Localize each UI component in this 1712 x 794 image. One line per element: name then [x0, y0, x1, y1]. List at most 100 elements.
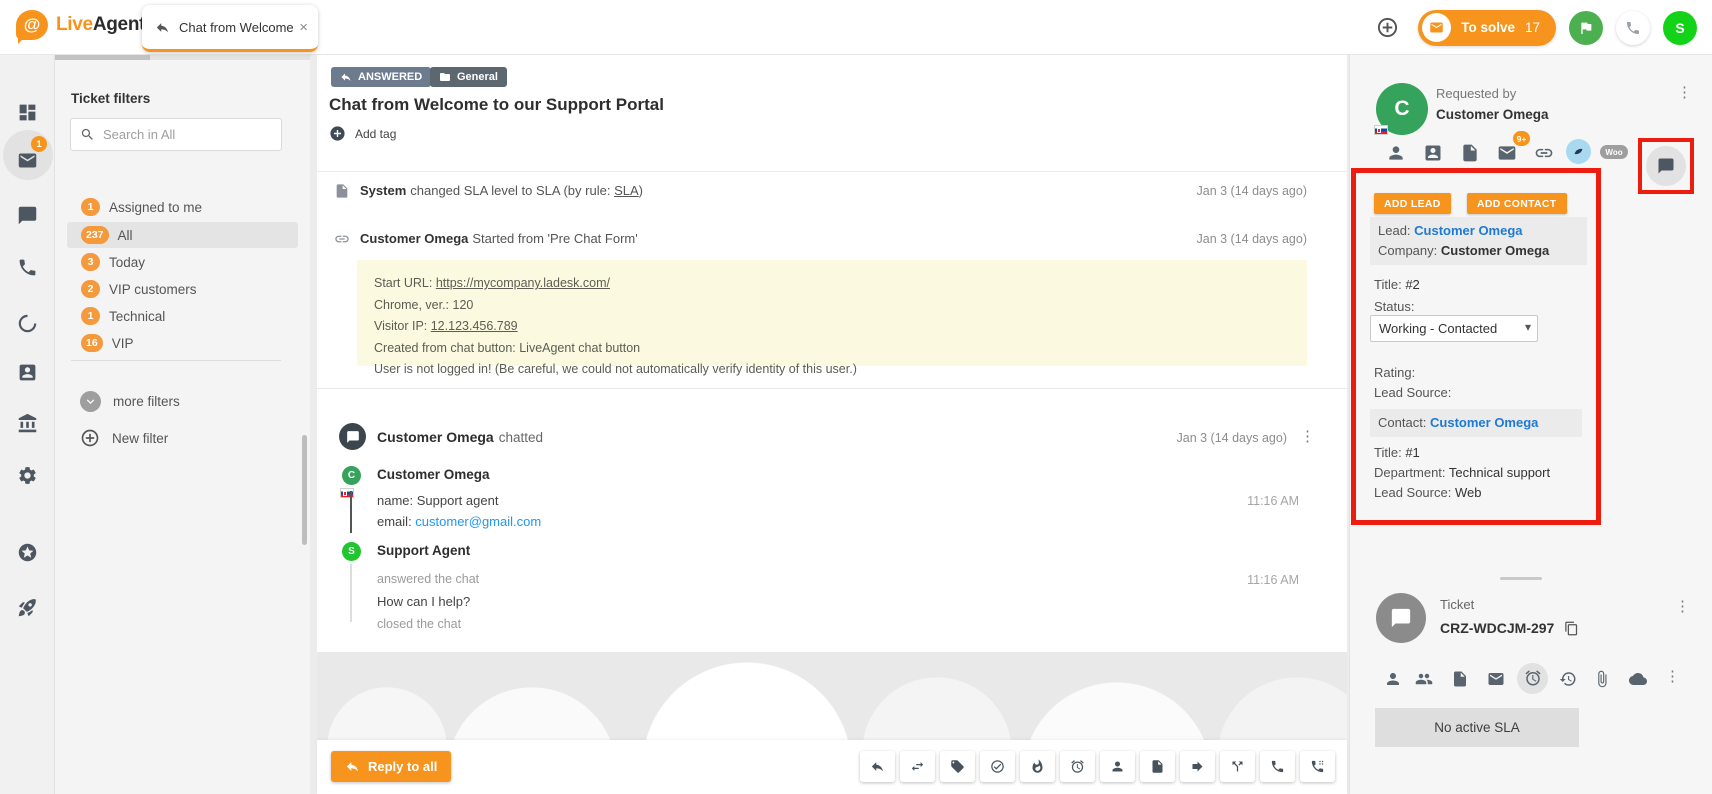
folder-icon	[439, 71, 451, 83]
ticket-menu-button[interactable]: ⋮	[1675, 599, 1690, 614]
contacts-icon[interactable]	[17, 362, 38, 383]
transfer-button[interactable]	[900, 751, 935, 782]
chat-system-line: answered the chat	[377, 572, 479, 586]
chevron-down-icon	[80, 391, 101, 412]
tab-chat-from-welcome[interactable]: Chat from Welcome... ×	[142, 5, 318, 52]
add-tag-label: Add tag	[355, 127, 396, 141]
search-input[interactable]	[103, 127, 272, 142]
horizontal-scrollbar[interactable]	[55, 55, 310, 60]
ticket-notes-tab-icon[interactable]	[1451, 670, 1469, 688]
snooze-button[interactable]	[1060, 751, 1095, 782]
event-chat-started: Customer OmegaStarted from 'Pre Chat For…	[360, 231, 638, 246]
getting-started-icon[interactable]	[17, 597, 38, 618]
contact-link[interactable]: Customer Omega	[1430, 415, 1538, 430]
message-time: 11:16 AM	[1247, 494, 1299, 508]
close-icon[interactable]: ×	[299, 19, 308, 36]
department-value: Technical support	[1449, 465, 1550, 480]
add-lead-button[interactable]: ADD LEAD	[1374, 193, 1451, 214]
event-text: Started from 'Pre Chat Form'	[472, 231, 637, 246]
ticket-cloud-tab-icon[interactable]	[1629, 670, 1647, 688]
split-ticket-button[interactable]	[1220, 751, 1255, 782]
divider	[317, 171, 1347, 172]
assign-agent-button[interactable]	[1100, 751, 1135, 782]
ticket-requester-tab-icon[interactable]	[1384, 670, 1402, 688]
ticket-sla-tab-icon[interactable]	[1524, 669, 1542, 687]
ticket-participants-tab-icon[interactable]	[1415, 670, 1433, 688]
link-icon	[334, 231, 350, 247]
source-label: Lead Source:	[1374, 485, 1455, 500]
companies-icon[interactable]	[17, 413, 38, 434]
ticket-tabs-more-button[interactable]: ⋮	[1665, 669, 1680, 684]
agent-avatar[interactable]: S	[1663, 11, 1697, 45]
visitor-ip-link[interactable]: 12.123.456.789	[431, 319, 518, 333]
ticket-history-tab-icon[interactable]	[1559, 670, 1577, 688]
woocommerce-icon[interactable]: Woo	[1600, 145, 1628, 159]
add-note-button[interactable]	[1140, 751, 1175, 782]
add-contact-button[interactable]: ADD CONTACT	[1467, 193, 1567, 214]
copy-icon[interactable]	[1564, 621, 1579, 636]
call-button[interactable]	[1260, 751, 1295, 782]
email-link[interactable]: customer@gmail.com	[415, 514, 541, 529]
department-line: Department: Technical support	[1374, 465, 1550, 480]
reply-to-all-button[interactable]: Reply to all	[331, 751, 451, 782]
sla-rule-link[interactable]: SLA	[614, 183, 639, 198]
add-tag-button[interactable]: Add tag	[329, 125, 396, 142]
chat-action: chatted	[499, 430, 543, 445]
divider	[71, 360, 281, 361]
filter-technical[interactable]: 1 Technical	[67, 303, 298, 329]
ticket-type-icon	[1376, 593, 1426, 643]
tickets-icon[interactable]	[17, 150, 38, 171]
details-panel: C Requested by Customer Omega ⋮ 9+ Woo A…	[1349, 55, 1712, 794]
vertical-scrollbar[interactable]	[302, 435, 307, 545]
filter-count-badge: 1	[81, 198, 100, 216]
company-label: Company:	[1378, 243, 1441, 258]
tag-button[interactable]	[940, 751, 975, 782]
filter-assigned-to-me[interactable]: 1 Assigned to me	[67, 194, 298, 220]
email-channel-icon[interactable]	[1497, 143, 1517, 163]
notes-icon[interactable]	[1460, 143, 1480, 163]
lead-status-select[interactable]: Working - Contacted	[1370, 315, 1538, 342]
chat-channel-button[interactable]	[1646, 146, 1686, 186]
ticket-attachments-tab-icon[interactable]	[1593, 670, 1611, 688]
prestashop-icon[interactable]	[1566, 139, 1591, 164]
chats-button[interactable]	[1569, 11, 1603, 45]
reply-button[interactable]	[860, 751, 895, 782]
filter-vip[interactable]: 16 VIP	[67, 330, 298, 356]
filters-search-box[interactable]	[70, 118, 282, 151]
forward-button[interactable]	[1180, 751, 1215, 782]
filter-vip-customers[interactable]: 2 VIP customers	[67, 276, 298, 302]
lead-link[interactable]: Customer Omega	[1414, 223, 1522, 238]
dashboard-icon[interactable]	[17, 102, 38, 123]
chats-icon[interactable]	[17, 205, 38, 226]
start-url-link[interactable]: https://mycompany.ladesk.com/	[436, 276, 610, 290]
topbar-actions: To solve 17 S	[1376, 0, 1697, 55]
favorites-icon[interactable]	[17, 542, 38, 563]
contact-label: Contact:	[1378, 415, 1430, 430]
more-filters-button[interactable]: more filters	[80, 391, 180, 412]
message-author: Support Agent	[377, 543, 470, 558]
loading-ring-icon[interactable]	[17, 313, 38, 334]
contact-card-icon[interactable]	[1423, 143, 1443, 163]
filter-today[interactable]: 3 Today	[67, 249, 298, 275]
requester-menu-button[interactable]: ⋮	[1677, 85, 1692, 100]
resolve-button[interactable]	[980, 751, 1015, 782]
calls-icon[interactable]	[17, 257, 38, 278]
chat-date: Jan 3 (14 days ago)	[1177, 431, 1288, 445]
chat-menu-button[interactable]: ⋮	[1300, 429, 1315, 444]
link-channel-icon[interactable]	[1534, 143, 1554, 163]
status-badge: ANSWERED	[331, 67, 431, 87]
to-solve-button[interactable]: To solve 17	[1418, 10, 1556, 46]
start-url-line: Start URL: https://mycompany.ladesk.com/	[374, 273, 1290, 295]
panel-drag-handle[interactable]	[1500, 577, 1542, 580]
filter-all[interactable]: 237 All	[67, 222, 298, 248]
profile-icon[interactable]	[1386, 143, 1406, 163]
settings-icon[interactable]	[17, 465, 38, 486]
calls-button[interactable]	[1616, 11, 1650, 45]
call-dialpad-button[interactable]	[1300, 751, 1335, 782]
ticket-messages-tab-icon[interactable]	[1487, 670, 1505, 688]
new-filter-label: New filter	[112, 431, 168, 446]
spam-button[interactable]	[1020, 751, 1055, 782]
agent-avatar-initial: S	[348, 546, 355, 557]
new-filter-button[interactable]: New filter	[80, 428, 168, 448]
add-new-button[interactable]	[1376, 16, 1399, 39]
